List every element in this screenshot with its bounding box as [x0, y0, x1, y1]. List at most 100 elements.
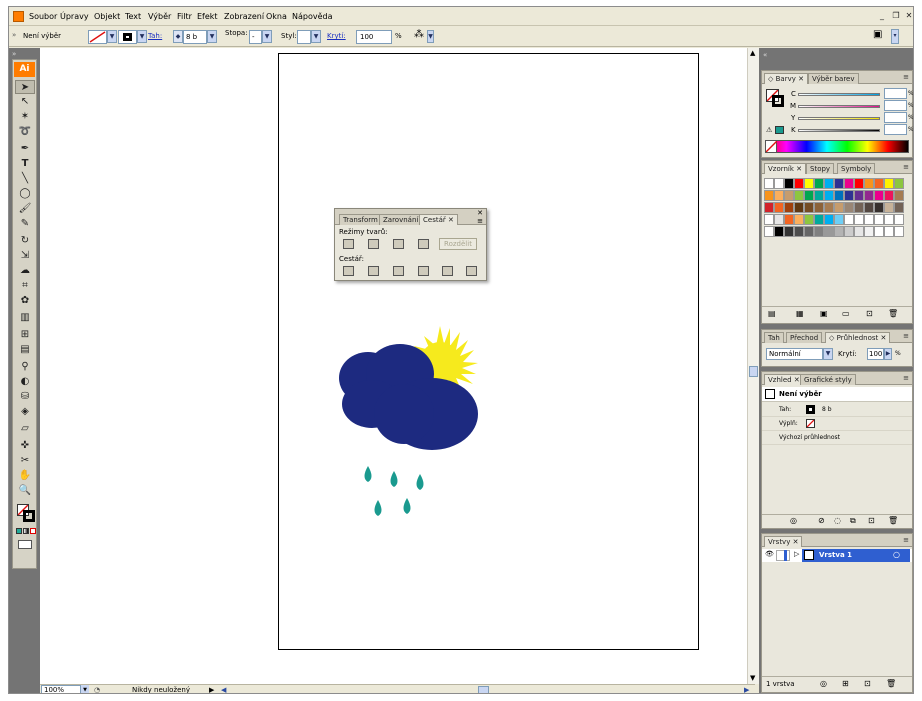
eraser-tool-icon[interactable]: ▱ — [15, 422, 35, 436]
trash-icon[interactable]: 🗑 — [886, 679, 896, 688]
document-canvas[interactable] — [40, 48, 755, 684]
channel-y-slider[interactable] — [798, 117, 880, 120]
selection-tool-icon[interactable]: ➤ — [15, 80, 35, 94]
menu-text[interactable]: Text — [125, 12, 141, 21]
tab-vzhled[interactable]: Vzhled ✕ — [764, 374, 804, 385]
swatch[interactable] — [894, 214, 904, 225]
subtract-shape-button[interactable] — [368, 239, 379, 249]
new-swatch-icon[interactable]: ⊡ — [866, 309, 873, 318]
scroll-up-icon[interactable]: ▲ — [750, 49, 755, 57]
expand-button[interactable]: Rozdělit — [439, 238, 477, 250]
swatch[interactable] — [794, 226, 804, 237]
duplicate-item-icon[interactable]: ⧉ — [850, 516, 856, 526]
minus-back-button[interactable] — [466, 266, 477, 276]
blend-tool-icon[interactable]: ◐ — [15, 375, 35, 389]
swatch[interactable] — [814, 226, 824, 237]
restore-icon[interactable]: ❐ — [891, 11, 901, 21]
swatch[interactable] — [894, 226, 904, 237]
swatch[interactable] — [834, 226, 844, 237]
menu-objekt[interactable]: Objekt — [94, 12, 120, 21]
trash-icon[interactable]: 🗑 — [888, 309, 898, 318]
live-paint-bucket-tool-icon[interactable]: ⛁ — [15, 390, 35, 404]
swatch[interactable] — [884, 226, 894, 237]
swatch[interactable] — [764, 202, 774, 213]
vertical-scroll-thumb[interactable] — [749, 366, 758, 377]
stroke-stepper[interactable]: ◆ — [173, 30, 183, 43]
paintbrush-tool-icon[interactable]: 🖌 — [15, 202, 35, 216]
swatch[interactable] — [824, 214, 834, 225]
stroke-color-box[interactable] — [23, 510, 35, 522]
swatch[interactable] — [794, 178, 804, 189]
tab-stopy[interactable]: Stopy — [806, 163, 835, 174]
clipping-mask-icon[interactable]: ◎ — [820, 679, 827, 688]
panel-menu-icon[interactable]: ≡ — [477, 217, 483, 225]
lock-toggle[interactable] — [776, 550, 790, 561]
swatch[interactable] — [794, 214, 804, 225]
swatch[interactable] — [804, 178, 814, 189]
swatch[interactable] — [844, 214, 854, 225]
menu-filtr[interactable]: Filtr — [177, 12, 192, 21]
tab-pruhlednost[interactable]: ◇ Průhlednost ✕ — [825, 332, 891, 343]
scroll-down-icon[interactable]: ▼ — [750, 674, 755, 682]
new-layer-icon[interactable]: ⊡ — [864, 679, 871, 688]
swatch[interactable] — [834, 178, 844, 189]
swatch[interactable] — [864, 178, 874, 189]
tab-vzornik[interactable]: Vzorník ✕ — [764, 163, 807, 174]
vertical-scrollbar[interactable]: ▲ ▼ — [747, 48, 759, 684]
swatch[interactable] — [784, 178, 794, 189]
swatch[interactable] — [844, 226, 854, 237]
show-swatch-kinds-icon[interactable]: ▦ — [796, 309, 804, 318]
swatch[interactable] — [834, 202, 844, 213]
clear-appearance-icon[interactable]: ⊘ — [818, 516, 825, 525]
pencil-tool-icon[interactable]: ✎ — [15, 217, 35, 231]
select-similar-icon[interactable]: ⁂ — [414, 29, 424, 40]
channel-c-slider[interactable] — [798, 93, 880, 96]
trim-button[interactable] — [368, 266, 379, 276]
swatch[interactable] — [894, 202, 904, 213]
stroke-color-box[interactable] — [772, 95, 784, 107]
swatch[interactable] — [864, 226, 874, 237]
swatch[interactable] — [804, 214, 814, 225]
free-transform-tool-icon[interactable]: ⌗ — [15, 279, 35, 293]
swatch[interactable] — [854, 178, 864, 189]
swatch[interactable] — [874, 190, 884, 201]
opacity-label[interactable]: Krytí: — [327, 32, 346, 40]
menu-efekt[interactable]: Efekt — [197, 12, 218, 21]
swatch[interactable] — [814, 178, 824, 189]
panel-menu-icon[interactable]: ≡ — [903, 73, 909, 81]
none-color-cell[interactable] — [765, 140, 778, 153]
appearance-fill-row[interactable]: Výplň: — [762, 417, 912, 431]
crop-button[interactable] — [418, 266, 429, 276]
swatch[interactable] — [774, 214, 784, 225]
menu-upravy[interactable]: Úpravy — [60, 12, 89, 21]
gradient-mode-icon[interactable] — [23, 528, 29, 534]
outline-button[interactable] — [442, 266, 453, 276]
swatch[interactable] — [764, 190, 774, 201]
tab-vyber-barev[interactable]: Výběr barev — [808, 73, 859, 84]
swatch[interactable] — [884, 202, 894, 213]
trash-icon[interactable]: 🗑 — [888, 516, 898, 525]
symbol-sprayer-tool-icon[interactable]: ✿ — [15, 294, 35, 308]
swatch[interactable] — [864, 214, 874, 225]
zoom-tool-icon[interactable]: 🔍 — [15, 484, 35, 498]
color-mode-icon[interactable] — [16, 528, 22, 534]
fill-dropdown[interactable]: ▼ — [107, 30, 117, 43]
merge-button[interactable] — [393, 266, 404, 276]
swatch[interactable] — [874, 202, 884, 213]
intersect-shape-button[interactable] — [393, 239, 404, 249]
swatch[interactable] — [874, 226, 884, 237]
live-paint-selection-tool-icon[interactable]: ◈ — [15, 405, 35, 419]
menu-soubor[interactable]: Soubor — [29, 12, 57, 21]
swatch[interactable] — [854, 190, 864, 201]
swatch[interactable] — [784, 226, 794, 237]
tab-cestar[interactable]: Cestář ✕ — [419, 214, 458, 225]
magic-wand-tool-icon[interactable]: ✶ — [15, 110, 35, 124]
swatch[interactable] — [814, 202, 824, 213]
tab-symboly[interactable]: Symboly — [837, 163, 876, 174]
panel-menu-icon[interactable]: ≡ — [903, 536, 909, 544]
appearance-transparency-row[interactable]: Výchozí průhlednost — [762, 431, 912, 445]
tab-vrstvy[interactable]: Vrstvy ✕ — [764, 536, 803, 547]
horizontal-scroll-thumb[interactable] — [478, 686, 489, 693]
color-spectrum[interactable] — [765, 140, 909, 153]
none-mode-icon[interactable] — [30, 528, 36, 534]
